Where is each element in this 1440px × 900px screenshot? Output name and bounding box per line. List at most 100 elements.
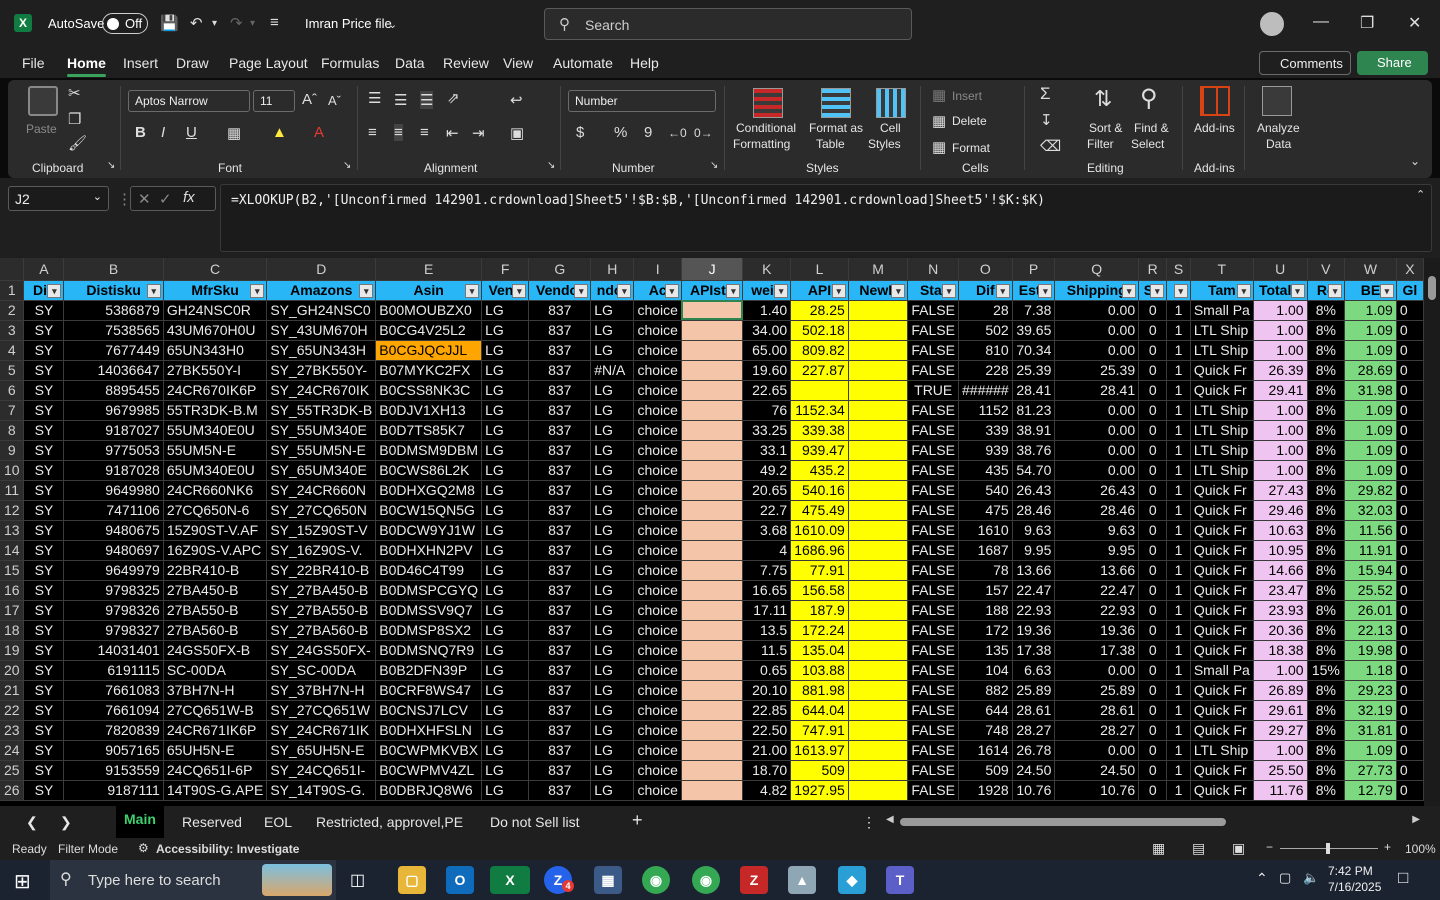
analyze-data-icon[interactable] xyxy=(1262,86,1292,116)
cell-e16[interactable]: B0DMSPCGYQ xyxy=(375,580,483,601)
cell-j26[interactable] xyxy=(681,780,744,801)
align-middle-icon[interactable]: ☰ xyxy=(394,91,407,109)
cell-k22[interactable]: 22.85 xyxy=(742,700,792,721)
cell-m12[interactable] xyxy=(848,500,909,521)
column-title[interactable]: Dis ▾ xyxy=(23,280,65,301)
vpn-icon[interactable]: ◆ xyxy=(838,866,866,894)
cell-g22[interactable]: 837 xyxy=(528,700,592,721)
cell-d15[interactable]: SY_22BR410-B xyxy=(266,560,377,581)
column-title[interactable]: H▾ xyxy=(1166,280,1191,301)
cell-r9[interactable]: 0 xyxy=(1138,440,1168,461)
column-title[interactable]: Su▾ xyxy=(1138,280,1168,301)
column-header-v[interactable]: V xyxy=(1307,258,1346,281)
filter-dropdown-icon[interactable]: ▾ xyxy=(726,283,741,298)
cell-v6[interactable]: 8% xyxy=(1307,380,1346,401)
cell-i25[interactable]: choice xyxy=(633,760,682,781)
cell-q16[interactable]: 22.47 xyxy=(1054,580,1140,601)
cell-n24[interactable]: FALSE xyxy=(907,740,959,761)
cell-h26[interactable]: LG xyxy=(590,780,635,801)
cell-l4[interactable]: 809.82 xyxy=(790,340,849,361)
cell-u10[interactable]: 1.00 xyxy=(1253,460,1308,481)
column-title[interactable]: TotalC ▾ xyxy=(1253,280,1308,301)
cell-n19[interactable]: FALSE xyxy=(907,640,959,661)
cell-v15[interactable]: 8% xyxy=(1307,560,1346,581)
cell-v17[interactable]: 8% xyxy=(1307,600,1346,621)
cell-w18[interactable]: 22.13 xyxy=(1344,620,1397,641)
cell-t24[interactable]: LTL Ship xyxy=(1190,740,1254,761)
status-accessibility[interactable]: Accessibility: Investigate xyxy=(156,842,299,856)
cell-b11[interactable]: 9649980 xyxy=(63,480,164,501)
cell-w6[interactable]: 31.98 xyxy=(1344,380,1397,401)
cell-v3[interactable]: 8% xyxy=(1307,320,1346,341)
cell-g21[interactable]: 837 xyxy=(528,680,592,701)
column-title[interactable]: API ▾ xyxy=(790,280,849,301)
cell-o5[interactable]: 228 xyxy=(958,360,1013,381)
cell-a7[interactable]: SY xyxy=(23,400,65,421)
cell-s18[interactable]: 1 xyxy=(1166,620,1191,641)
cell-h13[interactable]: LG xyxy=(590,520,635,541)
cell-x16[interactable]: 0 xyxy=(1396,580,1424,601)
row-header[interactable]: 13 xyxy=(0,520,25,541)
cell-r17[interactable]: 0 xyxy=(1138,600,1168,621)
filter-dropdown-icon[interactable]: ▾ xyxy=(1236,283,1251,298)
row-header[interactable]: 6 xyxy=(0,380,25,401)
column-header-l[interactable]: L xyxy=(790,258,849,281)
cell-t16[interactable]: Quick Fr xyxy=(1190,580,1254,601)
teams-icon[interactable]: T xyxy=(886,866,914,894)
cell-q10[interactable]: 0.00 xyxy=(1054,460,1140,481)
cell-d19[interactable]: SY_24GS50FX- xyxy=(266,640,377,661)
cell-b24[interactable]: 9057165 xyxy=(63,740,164,761)
cell-j10[interactable] xyxy=(681,460,744,481)
cell-b5[interactable]: 14036647 xyxy=(63,360,164,381)
cell-p22[interactable]: 28.61 xyxy=(1012,700,1056,721)
cell-o4[interactable]: 810 xyxy=(958,340,1013,361)
cell-u11[interactable]: 27.43 xyxy=(1253,480,1308,501)
align-right-icon[interactable]: ≡ xyxy=(420,124,429,141)
cell-x18[interactable]: 0 xyxy=(1396,620,1424,641)
cell-r16[interactable]: 0 xyxy=(1138,580,1168,601)
cell-m9[interactable] xyxy=(848,440,909,461)
cell-e25[interactable]: B0CWPMV4ZL xyxy=(375,760,483,781)
cell-f6[interactable]: LG xyxy=(481,380,530,401)
cell-i7[interactable]: choice xyxy=(633,400,682,421)
cell-c5[interactable]: 27BK550Y-I xyxy=(163,360,268,381)
cell-q9[interactable]: 0.00 xyxy=(1054,440,1140,461)
cell-o18[interactable]: 172 xyxy=(958,620,1013,641)
redo-icon[interactable]: ↷ xyxy=(230,14,243,32)
cell-s17[interactable]: 1 xyxy=(1166,600,1191,621)
filter-dropdown-icon[interactable]: ▾ xyxy=(1122,283,1137,298)
cell-k24[interactable]: 21.00 xyxy=(742,740,792,761)
cell-l17[interactable]: 187.9 xyxy=(790,600,849,621)
cell-k26[interactable]: 4.82 xyxy=(742,780,792,801)
cell-i6[interactable]: choice xyxy=(633,380,682,401)
cell-v7[interactable]: 8% xyxy=(1307,400,1346,421)
cell-b14[interactable]: 9480697 xyxy=(63,540,164,561)
row-header[interactable]: 11 xyxy=(0,480,25,501)
cell-m5[interactable] xyxy=(848,360,909,381)
cell-g11[interactable]: 837 xyxy=(528,480,592,501)
cell-b7[interactable]: 9679985 xyxy=(63,400,164,421)
bold-button[interactable]: B xyxy=(135,124,146,141)
tab-draw[interactable]: Draw xyxy=(176,55,209,71)
cell-h19[interactable]: LG xyxy=(590,640,635,661)
cell-o11[interactable]: 540 xyxy=(958,480,1013,501)
cell-g14[interactable]: 837 xyxy=(528,540,592,561)
column-header-h[interactable]: H xyxy=(590,258,635,281)
cell-n20[interactable]: FALSE xyxy=(907,660,959,681)
cell-x11[interactable]: 0 xyxy=(1396,480,1424,501)
decrease-font-icon[interactable]: Aˇ xyxy=(328,93,341,108)
cell-g24[interactable]: 837 xyxy=(528,740,592,761)
cell-h25[interactable]: LG xyxy=(590,760,635,781)
cell-r24[interactable]: 0 xyxy=(1138,740,1168,761)
cell-s9[interactable]: 1 xyxy=(1166,440,1191,461)
cell-e21[interactable]: B0CRF8WS47 xyxy=(375,680,483,701)
cell-q13[interactable]: 9.63 xyxy=(1054,520,1140,541)
cell-r14[interactable]: 0 xyxy=(1138,540,1168,561)
cell-n6[interactable]: TRUE xyxy=(907,380,959,401)
filter-dropdown-icon[interactable]: ▾ xyxy=(1379,283,1394,298)
cell-u6[interactable]: 29.41 xyxy=(1253,380,1308,401)
cell-g19[interactable]: 837 xyxy=(528,640,592,661)
column-title[interactable]: Tam ▾ xyxy=(1190,280,1254,301)
file-name[interactable]: Imran Price file xyxy=(305,16,392,31)
cell-c23[interactable]: 24CR671IK6P xyxy=(163,720,268,741)
